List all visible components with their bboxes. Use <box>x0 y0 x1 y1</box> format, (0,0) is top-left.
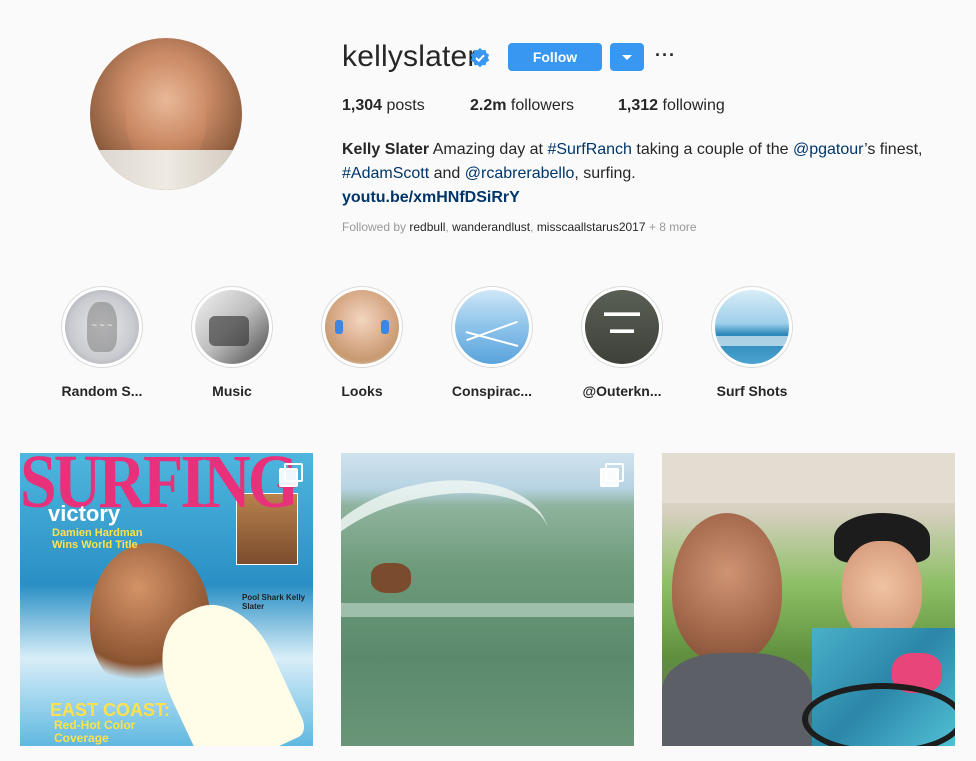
more-options-icon[interactable]: ··· <box>655 45 676 66</box>
highlight-cover <box>325 290 399 364</box>
avatar-shirt <box>90 150 242 190</box>
post-thumbnail-magazine[interactable]: SURFING victory Damien Hardman Wins Worl… <box>20 453 313 746</box>
bio-text: Amazing day at <box>432 141 543 158</box>
following-count: 1,312 <box>618 97 659 114</box>
magazine-coverage: Red-Hot Color Coverage <box>54 718 136 745</box>
follower-username[interactable]: misscaallstarus2017 <box>537 220 646 234</box>
highlight-label: Conspirac... <box>451 383 533 399</box>
story-highlight[interactable]: ▬▬▬ ▬▬ @Outerkn... <box>580 286 664 399</box>
verified-badge-icon <box>470 48 490 68</box>
story-highlight[interactable]: Conspirac... <box>450 286 534 399</box>
posts-label: posts <box>386 97 425 114</box>
hashtag-link[interactable]: #SurfRanch <box>547 141 632 158</box>
highlight-cover: ~ ~ ~ <box>65 290 139 364</box>
followers-count: 2.2m <box>470 97 507 114</box>
bio-text: ’s finest, <box>864 141 923 158</box>
highlight-cover <box>455 290 529 364</box>
cart-roof <box>662 453 955 503</box>
bio-text: , surfing. <box>574 165 636 182</box>
mention-link[interactable]: @rcabrerabello <box>465 165 575 182</box>
mention-link[interactable]: @pgatour <box>793 141 864 158</box>
highlight-ring <box>321 286 403 368</box>
highlight-ring <box>191 286 273 368</box>
highlight-cover <box>715 290 789 364</box>
whitewater <box>341 603 634 617</box>
post-thumbnail-golfcart[interactable] <box>662 453 955 746</box>
magazine-headline: Damien Hardman Wins World Title <box>52 527 143 551</box>
following-stat[interactable]: 1,312 following <box>618 97 725 115</box>
story-highlight[interactable]: Music <box>190 286 274 399</box>
followers-label: followers <box>510 97 575 114</box>
suggested-dropdown-button[interactable] <box>610 43 644 71</box>
magazine-subtitle: victory <box>48 501 121 526</box>
highlight-ring <box>451 286 533 368</box>
story-highlight[interactable]: Surf Shots <box>710 286 794 399</box>
highlight-cover <box>195 290 269 364</box>
highlight-label: Music <box>212 383 252 399</box>
profile-username: kellyslater <box>342 40 478 73</box>
followed-by[interactable]: Followed by redbull, wanderandlust, miss… <box>342 220 697 234</box>
magazine-east-coast: EAST COAST: <box>50 700 171 720</box>
highlight-label: @Outerkn... <box>582 383 662 399</box>
follower-username[interactable]: redbull <box>409 220 445 234</box>
chevron-down-icon <box>622 54 632 60</box>
person-right-face <box>842 541 922 641</box>
story-highlight[interactable]: ~ ~ ~ Random S... <box>60 286 144 399</box>
posts-stat: 1,304 posts <box>342 97 425 115</box>
magazine-caption: Pool Shark Kelly Slater <box>242 593 306 611</box>
posts-count: 1,304 <box>342 97 383 114</box>
highlight-label: Random S... <box>61 383 143 399</box>
highlight-label: Looks <box>341 383 383 399</box>
followed-by-prefix: Followed by <box>342 220 407 234</box>
bio-text: and <box>433 165 461 182</box>
hashtag-link[interactable]: #AdamScott <box>342 165 429 182</box>
highlight-cover: ▬▬▬ ▬▬ <box>585 290 659 364</box>
highlight-ring <box>711 286 793 368</box>
bio-text: taking a couple of the <box>636 141 789 158</box>
followers-stat[interactable]: 2.2m followers <box>470 97 574 115</box>
profile-avatar[interactable] <box>90 38 242 190</box>
person-left-face <box>672 513 782 663</box>
highlight-label: Surf Shots <box>716 383 788 399</box>
post-thumbnail-wave[interactable] <box>341 453 634 746</box>
follow-button[interactable]: Follow <box>508 43 602 71</box>
carousel-icon <box>600 463 624 487</box>
following-label: following <box>662 97 725 114</box>
follower-username[interactable]: wanderandlust <box>452 220 530 234</box>
story-highlight[interactable]: Looks <box>320 286 404 399</box>
highlight-ring: ▬▬▬ ▬▬ <box>581 286 663 368</box>
carousel-icon <box>279 463 303 487</box>
bio-website-link[interactable]: youtu.be/xmHNfDSiRrY <box>342 189 520 206</box>
profile-bio: Kelly Slater Amazing day at #SurfRanch t… <box>342 138 962 210</box>
followed-by-more[interactable]: + 8 more <box>649 220 697 234</box>
surfer-figure <box>371 563 411 593</box>
person-left-shirt <box>662 653 812 746</box>
highlight-ring: ~ ~ ~ <box>61 286 143 368</box>
full-name: Kelly Slater <box>342 141 430 158</box>
